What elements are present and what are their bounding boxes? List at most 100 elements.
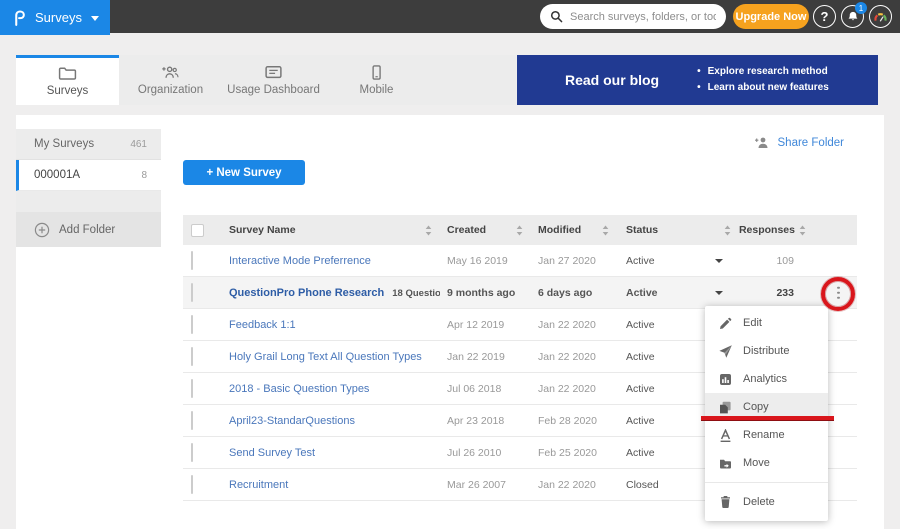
- modified-cell: Jan 27 2020: [531, 255, 617, 267]
- tab-surveys[interactable]: Surveys: [16, 55, 119, 105]
- survey-name-link[interactable]: 2018 - Basic Question Types: [229, 383, 369, 395]
- menu-item-delete[interactable]: Delete: [705, 483, 828, 520]
- sidebar-item-folder-000001A[interactable]: 000001A 8: [16, 160, 161, 191]
- row-checkbox[interactable]: [191, 315, 193, 334]
- modified-cell: Jan 22 2020: [531, 479, 617, 491]
- new-survey-button[interactable]: + New Survey: [183, 160, 305, 185]
- survey-name-link[interactable]: Recruitment: [229, 479, 288, 491]
- add-folder-button[interactable]: Add Folder: [16, 212, 161, 247]
- header-survey-name[interactable]: Survey Name: [223, 224, 440, 236]
- questionpro-logo-icon: [13, 10, 26, 26]
- sidebar-item-my-surveys[interactable]: My Surveys 461: [16, 129, 161, 160]
- gauge-icon: [873, 11, 888, 23]
- dashboard-screen-icon: [264, 65, 283, 80]
- row-checkbox[interactable]: [191, 379, 193, 398]
- primary-tabs: Surveys Organization Usage Dashboard: [16, 55, 516, 105]
- row-select-cell: [183, 284, 223, 302]
- banner-bullet: Learn about new features: [697, 80, 829, 96]
- row-checkbox[interactable]: [191, 251, 193, 270]
- table-row[interactable]: QuestionPro Phone Research 18 Questions …: [183, 277, 857, 309]
- mobile-phone-icon: [367, 65, 386, 80]
- status-cell: Active: [617, 287, 733, 299]
- status-label: Active: [626, 351, 655, 363]
- row-checkbox[interactable]: [191, 411, 193, 430]
- header-responses[interactable]: Responses: [733, 224, 810, 236]
- created-cell: 9 months ago: [440, 287, 531, 299]
- annotation-circle: [821, 277, 855, 311]
- header-created[interactable]: Created: [440, 224, 531, 236]
- responses-cell: 109: [733, 255, 810, 267]
- help-button[interactable]: ?: [813, 5, 836, 28]
- modified-cell: Jan 22 2020: [531, 319, 617, 331]
- tab-organization[interactable]: Organization: [119, 55, 222, 105]
- responses-cell: 233: [733, 287, 810, 299]
- survey-name-cell: Interactive Mode Preferrence: [223, 255, 440, 267]
- plus-circle-icon: [34, 222, 50, 238]
- created-cell: May 16 2019: [440, 255, 531, 267]
- share-folder-link[interactable]: Share Folder: [754, 136, 844, 149]
- menu-item-rename[interactable]: Rename: [705, 421, 828, 449]
- row-select-cell: [183, 252, 223, 270]
- status-label: Closed: [626, 479, 659, 491]
- sort-icon[interactable]: [425, 225, 432, 236]
- menu-item-distribute[interactable]: Distribute: [705, 337, 828, 365]
- row-checkbox[interactable]: [191, 443, 193, 462]
- notifications-button[interactable]: 1: [841, 5, 864, 28]
- product-switcher[interactable]: Surveys: [0, 0, 110, 35]
- copy-icon: [719, 401, 732, 414]
- menu-item-move[interactable]: Move: [705, 449, 828, 477]
- upgrade-now-button[interactable]: Upgrade Now: [733, 4, 809, 29]
- status-label: Active: [626, 287, 658, 299]
- select-all-checkbox[interactable]: [191, 224, 204, 237]
- search-input[interactable]: [570, 11, 716, 23]
- sort-icon[interactable]: [799, 225, 806, 236]
- row-select-cell: [183, 444, 223, 462]
- modified-cell: Jan 22 2020: [531, 383, 617, 395]
- folder-icon: [58, 66, 77, 81]
- organization-people-icon: [161, 65, 180, 80]
- survey-name-cell: Holy Grail Long Text All Question Types: [223, 351, 440, 363]
- search-icon: [550, 10, 563, 23]
- survey-name-link[interactable]: QuestionPro Phone Research: [229, 287, 384, 299]
- survey-name-cell: QuestionPro Phone Research 18 Questions: [223, 287, 440, 299]
- menu-item-analytics[interactable]: Analytics: [705, 365, 828, 393]
- modified-cell: 6 days ago: [531, 287, 617, 299]
- row-checkbox[interactable]: [191, 475, 193, 494]
- menu-item-edit[interactable]: Edit: [705, 309, 828, 337]
- status-dropdown-icon[interactable]: [715, 291, 723, 295]
- row-actions-cell: [810, 245, 857, 276]
- survey-name-link[interactable]: Holy Grail Long Text All Question Types: [229, 351, 422, 363]
- row-checkbox[interactable]: [191, 283, 193, 302]
- annotation-underline: [701, 416, 834, 421]
- question-count-badge: 18 Questions: [392, 288, 440, 299]
- survey-name-link[interactable]: Interactive Mode Preferrence: [229, 255, 371, 267]
- trash-icon: [719, 495, 732, 508]
- header-status[interactable]: Status: [617, 224, 733, 236]
- table-row[interactable]: Interactive Mode Preferrence May 16 2019…: [183, 245, 857, 277]
- row-select-cell: [183, 412, 223, 430]
- row-select-cell: [183, 476, 223, 494]
- status-dropdown-icon[interactable]: [715, 259, 723, 263]
- status-label: Active: [626, 447, 655, 459]
- tab-usage-dashboard[interactable]: Usage Dashboard: [222, 55, 325, 105]
- header-modified[interactable]: Modified: [531, 224, 617, 236]
- sort-icon[interactable]: [602, 225, 609, 236]
- my-surveys-count: 461: [130, 139, 147, 150]
- banner-title: Read our blog: [565, 72, 659, 88]
- survey-name-link[interactable]: Send Survey Test: [229, 447, 315, 459]
- tab-mobile[interactable]: Mobile: [325, 55, 428, 105]
- app-title: Surveys: [35, 10, 82, 25]
- sort-icon[interactable]: [724, 225, 731, 236]
- survey-name-link[interactable]: April23-StandarQuestions: [229, 415, 355, 427]
- row-checkbox[interactable]: [191, 347, 193, 366]
- row-select-cell: [183, 380, 223, 398]
- usage-meter-button[interactable]: [869, 5, 892, 28]
- blog-promo-banner[interactable]: Read our blog Explore research method Le…: [517, 55, 878, 105]
- rename-icon: [719, 429, 732, 442]
- created-cell: Jul 26 2010: [440, 447, 531, 459]
- survey-name-link[interactable]: Feedback 1:1: [229, 319, 296, 331]
- status-label: Active: [626, 415, 655, 427]
- sort-icon[interactable]: [516, 225, 523, 236]
- folder-count: 8: [141, 170, 147, 181]
- created-cell: Jul 06 2018: [440, 383, 531, 395]
